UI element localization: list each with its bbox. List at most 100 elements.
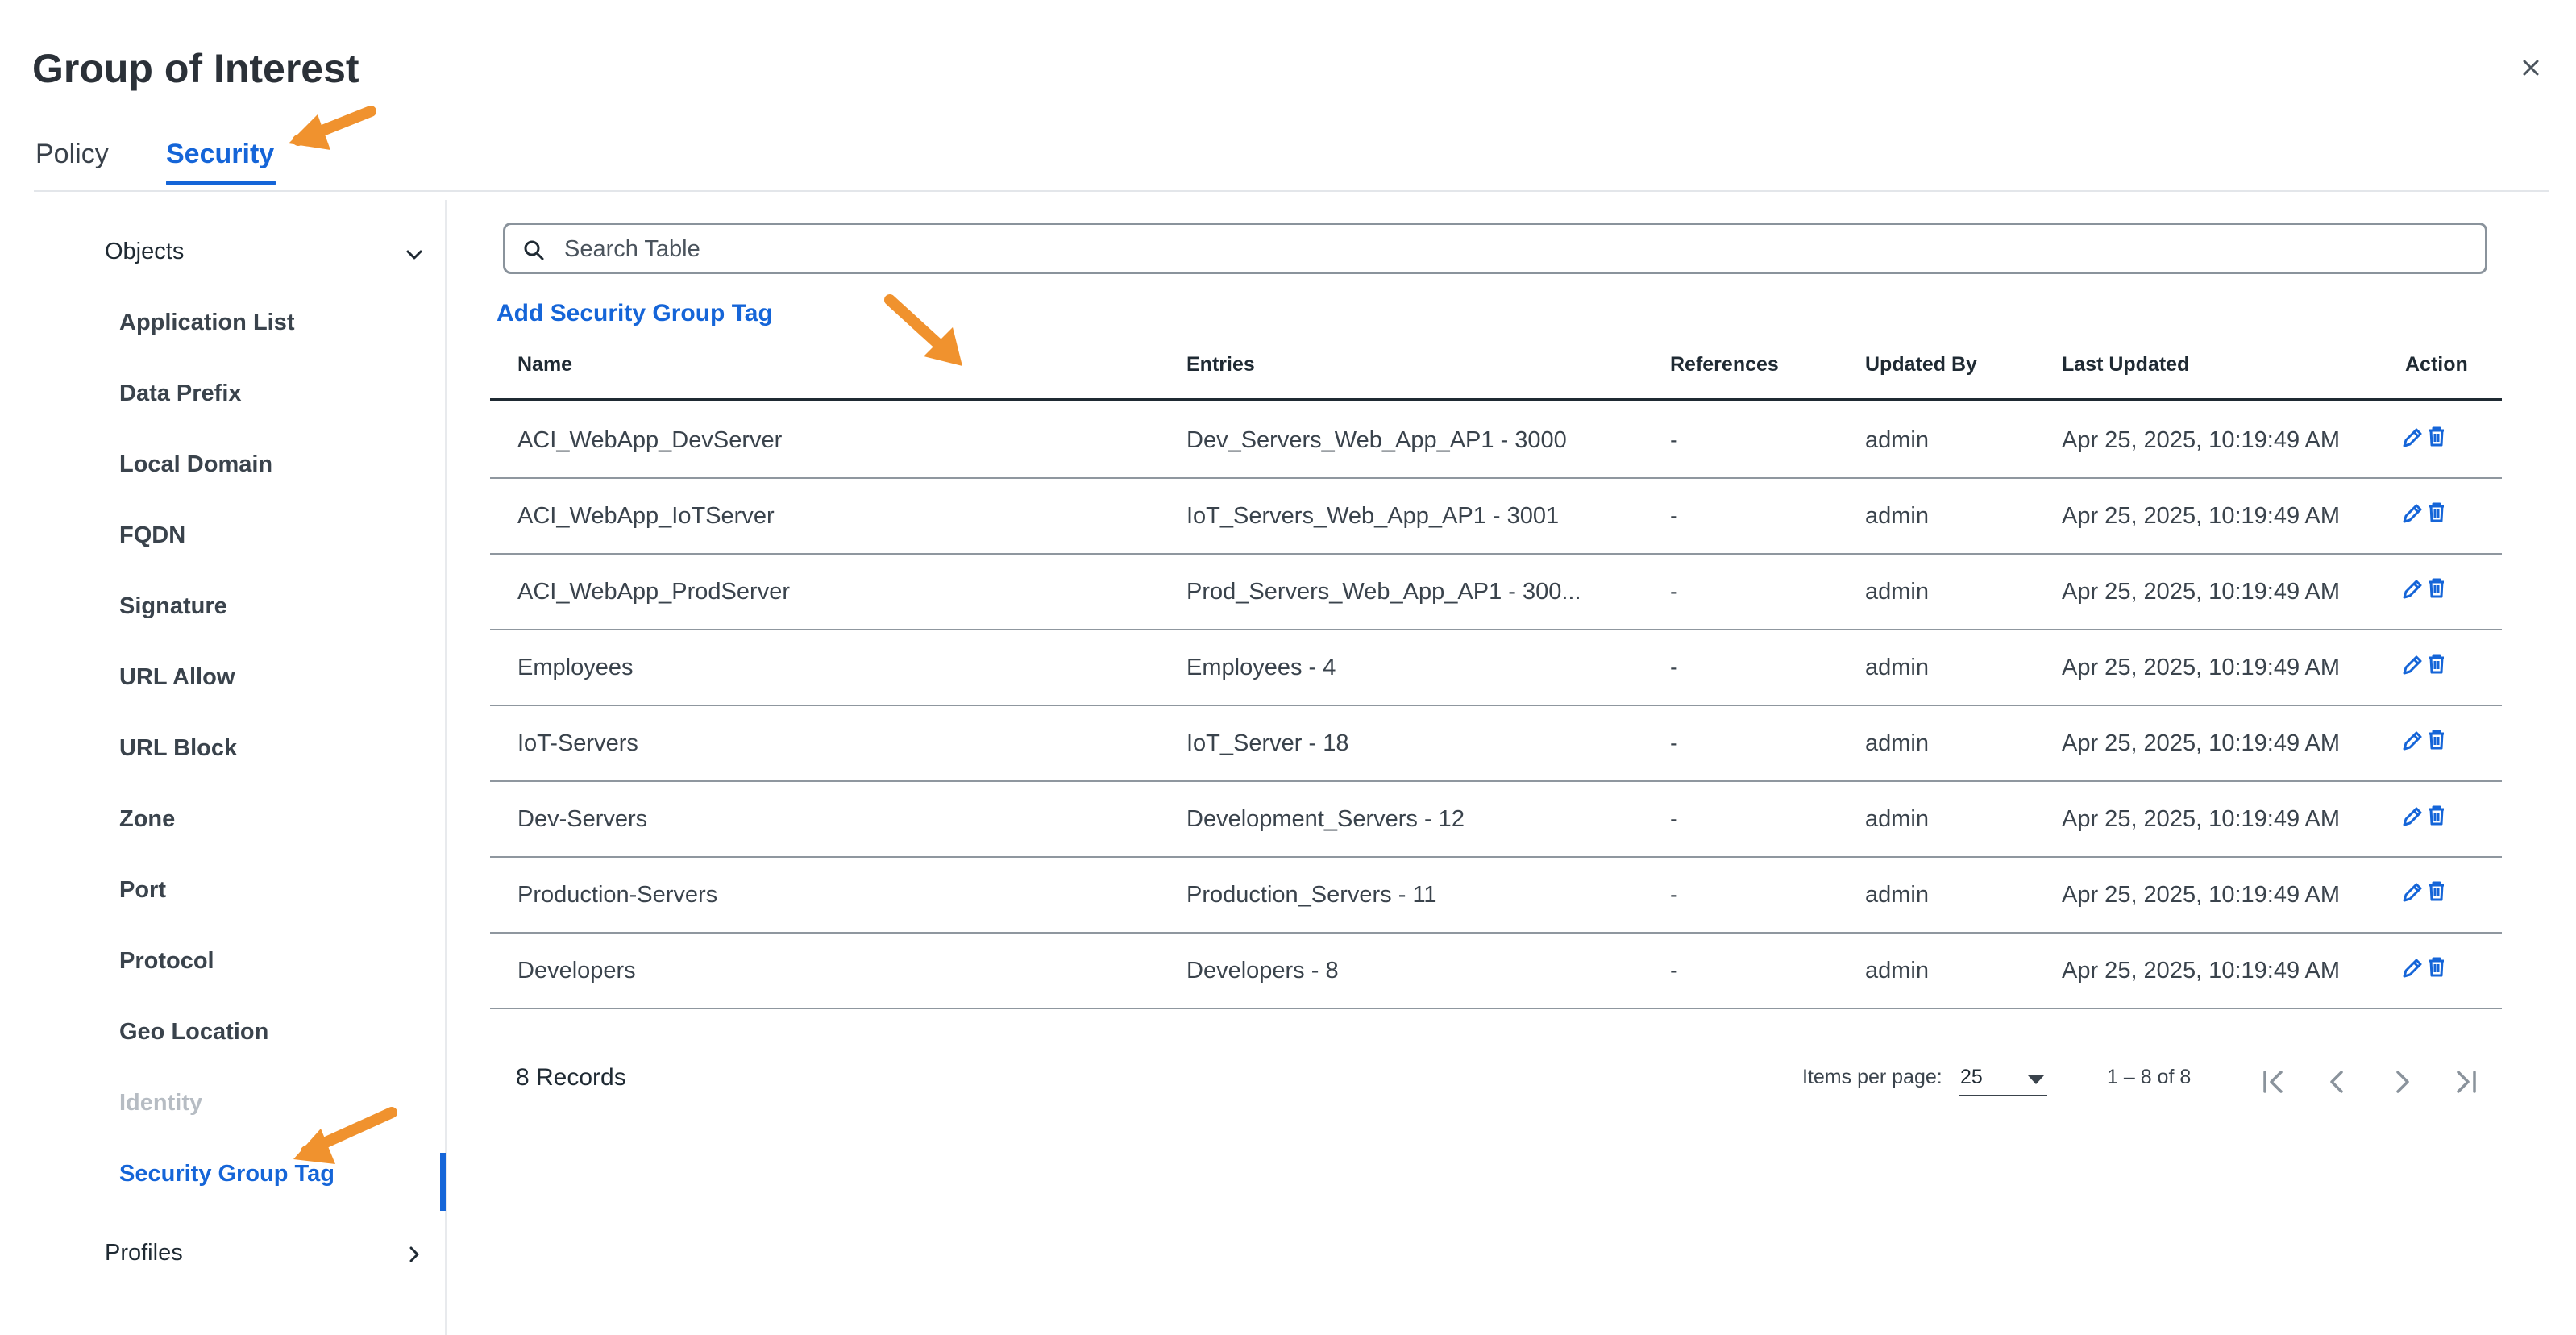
table-cell-last-updated: Apr 25, 2025, 10:19:49 AM: [2062, 655, 2341, 680]
table-cell-updated-by: admin: [1865, 503, 1929, 529]
pencil-icon[interactable]: [2400, 653, 2424, 677]
column-header-last-updated[interactable]: Last Updated: [2062, 353, 2189, 376]
page-title: Group of Interest: [32, 46, 359, 91]
sidebar-group-objects[interactable]: Objects: [105, 239, 184, 265]
sidebar-item-geo-location[interactable]: Geo Location: [119, 1019, 268, 1046]
sidebar-item-fqdn[interactable]: FQDN: [119, 522, 185, 549]
last-page-icon[interactable]: [2449, 1064, 2484, 1100]
sidebar-item-url-block[interactable]: URL Block: [119, 735, 237, 762]
table-cell-name: ACI_WebApp_IoTServer: [517, 503, 775, 529]
column-header-references[interactable]: References: [1670, 353, 1779, 376]
table-cell-entries: Developers - 8: [1186, 958, 1339, 984]
items-per-page-label: Items per page:: [1802, 1066, 1942, 1088]
close-icon[interactable]: [2515, 52, 2547, 84]
trash-icon[interactable]: [2424, 803, 2449, 827]
table-cell-updated-by: admin: [1865, 427, 1929, 453]
table-cell-last-updated: Apr 25, 2025, 10:19:49 AM: [2062, 427, 2341, 453]
tab-security[interactable]: Security: [166, 139, 274, 170]
trash-icon[interactable]: [2424, 954, 2449, 979]
header-divider: [34, 190, 2549, 192]
table-cell-entries: Production_Servers - 11: [1186, 882, 1437, 908]
table-cell-last-updated: Apr 25, 2025, 10:19:49 AM: [2062, 730, 2341, 756]
table-cell-entries: Development_Servers - 12: [1186, 806, 1465, 832]
table-cell-entries: Dev_Servers_Web_App_AP1 - 3000: [1186, 427, 1567, 453]
sidebar-item-port[interactable]: Port: [119, 877, 166, 904]
table-cell-last-updated: Apr 25, 2025, 10:19:49 AM: [2062, 579, 2341, 605]
table-cell-name: IoT-Servers: [517, 730, 638, 756]
table-cell-last-updated: Apr 25, 2025, 10:19:49 AM: [2062, 806, 2341, 832]
pencil-icon[interactable]: [2400, 805, 2424, 829]
search-input[interactable]: [563, 227, 2468, 271]
sidebar-item-application-list[interactable]: Application List: [119, 310, 295, 336]
annotation-arrow-icon: [293, 1107, 397, 1164]
table-cell-last-updated: Apr 25, 2025, 10:19:49 AM: [2062, 958, 2341, 984]
trash-icon[interactable]: [2424, 576, 2449, 600]
table-row-divider: [490, 932, 2502, 934]
sidebar-item-signature[interactable]: Signature: [119, 593, 227, 620]
pagination-range: 1 – 8 of 8: [2107, 1066, 2192, 1088]
table-cell-updated-by: admin: [1865, 806, 1929, 832]
table-cell-entries: Employees - 4: [1186, 655, 1336, 680]
trash-icon[interactable]: [2424, 651, 2449, 676]
sidebar-item-data-prefix[interactable]: Data Prefix: [119, 381, 242, 407]
records-count: 8 Records: [516, 1064, 626, 1091]
table-cell-entries: Prod_Servers_Web_App_AP1 - 300...: [1186, 579, 1581, 605]
pencil-icon[interactable]: [2400, 880, 2424, 905]
column-header-action: Action: [2405, 353, 2468, 376]
chevron-left-icon[interactable]: [2320, 1064, 2355, 1100]
trash-icon[interactable]: [2424, 879, 2449, 903]
caret-down-icon: [2028, 1075, 2044, 1084]
chevron-down-icon[interactable]: [403, 243, 426, 266]
table-cell-name: Developers: [517, 958, 636, 984]
table-row-divider: [490, 1008, 2502, 1009]
sidebar-item-zone[interactable]: Zone: [119, 806, 175, 833]
chevron-right-icon[interactable]: [403, 1243, 426, 1266]
table-cell-references: -: [1670, 427, 1678, 453]
pencil-icon[interactable]: [2400, 426, 2424, 450]
table-header-divider: [490, 398, 2502, 401]
column-header-entries[interactable]: Entries: [1186, 353, 1255, 376]
pencil-icon[interactable]: [2400, 577, 2424, 601]
first-page-icon[interactable]: [2255, 1064, 2291, 1100]
sidebar-item-url-allow[interactable]: URL Allow: [119, 664, 235, 691]
trash-icon[interactable]: [2424, 727, 2449, 751]
tab-active-indicator: [166, 181, 276, 185]
search-icon: [524, 240, 544, 260]
table-cell-name: Employees: [517, 655, 634, 680]
sidebar-group-profiles[interactable]: Profiles: [105, 1240, 183, 1266]
table-cell-references: -: [1670, 579, 1678, 605]
table-cell-updated-by: admin: [1865, 730, 1929, 756]
table-cell-updated-by: admin: [1865, 579, 1929, 605]
table-cell-references: -: [1670, 503, 1678, 529]
table-cell-updated-by: admin: [1865, 882, 1929, 908]
table-cell-last-updated: Apr 25, 2025, 10:19:49 AM: [2062, 503, 2341, 529]
annotation-arrow-icon: [884, 294, 962, 366]
table-row-divider: [490, 780, 2502, 782]
table-cell-last-updated: Apr 25, 2025, 10:19:49 AM: [2062, 882, 2341, 908]
table-cell-name: Dev-Servers: [517, 806, 648, 832]
trash-icon[interactable]: [2424, 424, 2449, 448]
trash-icon[interactable]: [2424, 500, 2449, 524]
pencil-icon[interactable]: [2400, 956, 2424, 980]
table-row-divider: [490, 553, 2502, 555]
table-cell-name: Production-Servers: [517, 882, 718, 908]
table-cell-references: -: [1670, 882, 1678, 908]
sidebar-active-indicator: [440, 1153, 446, 1211]
table-cell-references: -: [1670, 806, 1678, 832]
add-security-group-tag-link[interactable]: Add Security Group Tag: [497, 300, 773, 327]
table-row-divider: [490, 477, 2502, 479]
items-per-page-value: 25: [1960, 1066, 1983, 1088]
table-cell-entries: IoT_Servers_Web_App_AP1 - 3001: [1186, 503, 1560, 529]
table-row-divider: [490, 856, 2502, 858]
column-header-name[interactable]: Name: [517, 353, 572, 376]
chevron-right-icon[interactable]: [2384, 1064, 2420, 1100]
sidebar-item-local-domain[interactable]: Local Domain: [119, 451, 272, 478]
sidebar-item-protocol[interactable]: Protocol: [119, 948, 214, 975]
pencil-icon[interactable]: [2400, 501, 2424, 526]
table-cell-references: -: [1670, 958, 1678, 984]
column-header-updated-by[interactable]: Updated By: [1865, 353, 1977, 376]
table-cell-name: ACI_WebApp_DevServer: [517, 427, 783, 453]
pencil-icon[interactable]: [2400, 729, 2424, 753]
tab-policy[interactable]: Policy: [35, 139, 109, 170]
table-cell-references: -: [1670, 655, 1678, 680]
